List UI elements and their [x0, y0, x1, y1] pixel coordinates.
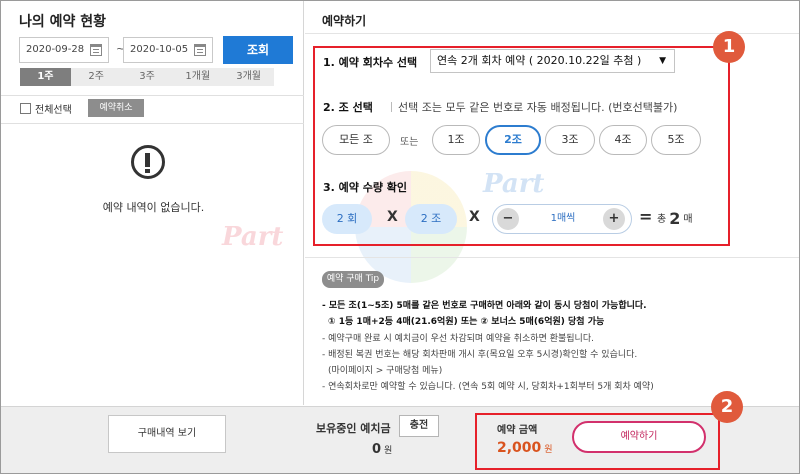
annotation-badge-1: 1 [713, 31, 745, 63]
exclamation-circle-icon [131, 145, 165, 179]
total-number: 2 [669, 209, 681, 228]
quantity-value: 1매씩 [550, 213, 576, 224]
total-unit: 매 [683, 214, 693, 225]
tip-line: (마이페이지 > 구매당첨 메뉴) [328, 366, 443, 376]
divider [391, 102, 392, 112]
step2-label: 2. 조 선택 [323, 101, 373, 114]
quantity-stepper: − 1매씩 + [492, 204, 632, 234]
reservation-panel: 예약하기 1 1. 예약 회차수 선택 연속 2개 회차 예약 ( 2020.1… [305, 1, 799, 405]
step2-description: 선택 조는 모두 같은 번호로 자동 배정됩니다. (번호선택불가) [391, 99, 677, 115]
deposit-label: 보유중인 예치금 [316, 422, 391, 435]
total-prefix: 총 [657, 214, 667, 225]
calendar-icon[interactable] [194, 44, 206, 56]
jo-all-button[interactable]: 모든 조 [322, 125, 390, 155]
empty-message: 예약 내역이 없습니다. [102, 201, 205, 214]
charge-button[interactable]: 충전 [399, 415, 439, 437]
watermark-text: Part [483, 169, 545, 199]
step2-description-text: 선택 조는 모두 같은 번호로 자동 배정됩니다. (번호선택불가) [398, 101, 678, 114]
divider [305, 257, 799, 258]
step1-label: 1. 예약 회차수 선택 [323, 56, 418, 69]
date-from-input[interactable]: 2020-09-28 [19, 37, 109, 63]
reservation-amount-unit: 원 [544, 445, 553, 455]
jo-4-button[interactable]: 4조 [599, 125, 647, 155]
equals-sign: = [639, 207, 653, 226]
reservation-title: 예약하기 [322, 14, 367, 28]
my-reservation-panel: 나의 예약 현황 2020-09-28 ~ 2020-10-05 조회 1주 2… [1, 1, 304, 405]
tip-line: - 예약구매 완료 시 예치금이 우선 차감되며 예약을 취소하면 환불됩니다. [322, 334, 594, 344]
period-tab-3m[interactable]: 3개월 [223, 68, 274, 86]
period-tab-3w[interactable]: 3주 [122, 68, 173, 86]
reservation-amount-value: 2,000 [497, 440, 542, 456]
deposit-amount: 0 [372, 442, 382, 457]
cancel-reservation-button[interactable]: 예약취소 [88, 99, 144, 117]
jo-5-button[interactable]: 5조 [651, 125, 701, 155]
deposit-unit: 원 [384, 446, 393, 456]
round-count-value: 연속 2개 회차 예약 ( 2020.10.22일 추첨 ) [437, 54, 642, 67]
period-tab-2w[interactable]: 2주 [71, 68, 122, 86]
or-text: 또는 [400, 137, 419, 148]
tip-line: ① 1등 1매+2등 4매(21.6억원) 또는 ② 보너스 5매(6억원) 당… [328, 317, 605, 327]
date-to-value: 2020-10-05 [130, 44, 189, 55]
select-all-label: 전체선택 [35, 105, 72, 116]
bottom-bar: 구매내역 보기 보유중인 예치금 충전 0원 예약 금액 2,000 원 예약하기… [1, 391, 799, 473]
select-all-checkbox[interactable]: 전체선택 [20, 101, 72, 116]
multiply-sign: X [469, 209, 480, 225]
calendar-icon[interactable] [90, 44, 102, 56]
watermark-text: Part [222, 222, 284, 252]
purchase-history-button[interactable]: 구매내역 보기 [108, 415, 226, 453]
date-to-input[interactable]: 2020-10-05 [123, 37, 213, 63]
date-from-value: 2020-09-28 [26, 44, 85, 55]
period-tab-1w[interactable]: 1주 [20, 68, 71, 86]
my-reservation-title: 나의 예약 현황 [19, 14, 107, 30]
jo-3-button[interactable]: 3조 [545, 125, 595, 155]
period-tab-1m[interactable]: 1개월 [172, 68, 223, 86]
jo-1-button[interactable]: 1조 [432, 125, 480, 155]
divider [1, 123, 304, 124]
multiply-sign: X [387, 209, 398, 225]
annotation-badge-2: 2 [711, 391, 743, 423]
jo-2-button[interactable]: 2조 [485, 125, 541, 155]
period-tabs: 1주 2주 3주 1개월 3개월 [20, 68, 274, 86]
divider [1, 95, 304, 96]
checkbox-box[interactable] [20, 103, 31, 114]
query-button[interactable]: 조회 [223, 36, 293, 64]
deposit-value: 0원 [372, 442, 392, 457]
tip-tag: 예약 구매 Tip [322, 271, 384, 288]
tip-line: - 모든 조(1~5조) 5매를 같은 번호로 구매하면 아래와 같이 동시 당… [322, 301, 647, 311]
rounds-count-pill: 2 회 [322, 204, 372, 234]
tip-line: - 연속회차로만 예약할 수 있습니다. (연속 5회 예약 시, 당회차+1회… [322, 382, 654, 392]
plus-button[interactable]: + [603, 208, 625, 230]
dropdown-arrow-icon[interactable]: ▼ [659, 50, 666, 72]
reservation-amount: 2,000 원 [497, 440, 553, 456]
reservation-amount-label: 예약 금액 [497, 425, 538, 436]
minus-button[interactable]: − [497, 208, 519, 230]
jo-count-pill: 2 조 [405, 204, 457, 234]
reserve-button[interactable]: 예약하기 [572, 421, 706, 453]
round-count-select[interactable]: 연속 2개 회차 예약 ( 2020.10.22일 추첨 ) ▼ [430, 49, 675, 73]
total-quantity: 총2매 [657, 209, 693, 228]
tip-line: - 배정된 복권 번호는 해당 회차판매 개시 후(목요일 오후 5시경)확인할… [322, 350, 638, 360]
step3-label: 3. 예약 수량 확인 [323, 181, 408, 194]
